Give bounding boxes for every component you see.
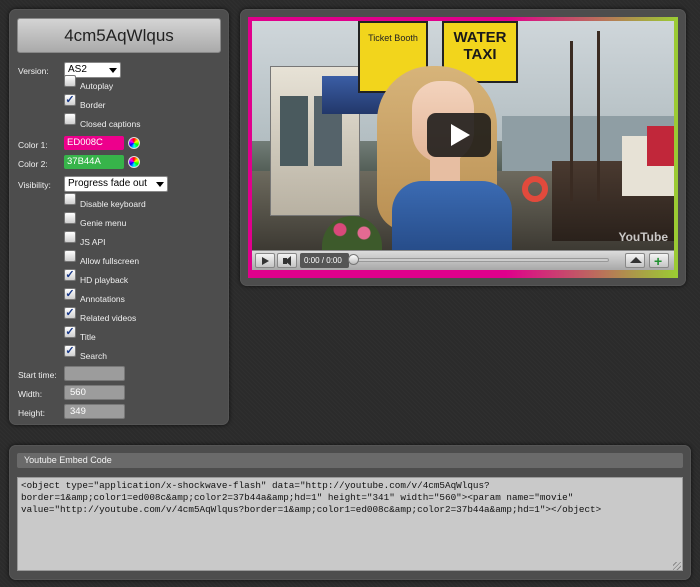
progress-knob[interactable] [348, 254, 359, 265]
visibility-select[interactable]: Progress fade out [64, 176, 168, 192]
checkbox-label: HD playback [80, 275, 129, 285]
checkbox-label: Autoplay [80, 81, 114, 91]
checkmark-icon[interactable]: ✓ [64, 269, 76, 281]
checkmark-icon[interactable]: ✓ [64, 288, 76, 300]
play-icon [451, 124, 470, 146]
checkbox-label: Border [80, 100, 106, 110]
visibility-select-value: Progress fade out [68, 178, 147, 189]
progress-bar[interactable] [352, 258, 609, 262]
checkbox-label: Related videos [80, 313, 137, 323]
version-label: Version: [18, 66, 49, 76]
checkbox-box[interactable] [64, 75, 76, 87]
color2-label: Color 2: [18, 159, 48, 169]
start-time-label: Start time: [18, 370, 57, 380]
checkbox-box[interactable] [64, 113, 76, 125]
checkbox-label: Allow fullscreen [80, 256, 140, 266]
play-button[interactable] [255, 253, 275, 268]
fullscreen-button[interactable]: + [649, 253, 669, 268]
embed-code-textarea[interactable]: <object type="application/x-shockwave-fl… [17, 477, 683, 571]
height-label: Height: [18, 408, 45, 418]
checkmark-icon[interactable]: ✓ [64, 307, 76, 319]
checkbox-box[interactable] [64, 212, 76, 224]
resize-grip-icon[interactable] [673, 562, 681, 570]
player-controls: 0:00 / 0:00 + [252, 250, 674, 270]
checkbox-label: Title [80, 332, 96, 342]
checkmark-icon[interactable]: ✓ [64, 345, 76, 357]
checkbox-box[interactable] [64, 193, 76, 205]
checkbox-label: Search [80, 351, 107, 361]
visibility-label: Visibility: [18, 180, 51, 190]
sign-word-taxi: TAXI [463, 46, 497, 63]
version-select-value: AS2 [68, 64, 87, 75]
checkmark-icon[interactable]: ✓ [64, 94, 76, 106]
height-field[interactable]: 349 [64, 404, 125, 419]
color2-field[interactable]: 37B44A [64, 155, 124, 169]
speaker-cone [285, 256, 291, 266]
checkmark-icon[interactable]: ✓ [64, 326, 76, 338]
start-time-field[interactable] [64, 366, 125, 381]
checkbox-label: Genie menu [80, 218, 127, 228]
checkbox-box[interactable] [64, 231, 76, 243]
settings-panel: 4cm5AqWlqus Version: AS2 Autoplay ✓ Border… [9, 9, 229, 425]
eject-icon [630, 257, 642, 263]
width-field[interactable]: 560 [64, 385, 125, 400]
video-thumbnail[interactable]: Ticket Booth WATER TAXI YouTube [252, 21, 674, 250]
time-display: 0:00 / 0:00 [300, 253, 349, 268]
video-id-field[interactable]: 4cm5AqWlqus [17, 18, 221, 53]
checkbox-label: Closed captions [80, 119, 141, 129]
sign-word-water: WATER [453, 29, 507, 46]
checkbox-label: Annotations [80, 294, 125, 304]
play-icon [262, 257, 269, 265]
video-player: Ticket Booth WATER TAXI YouTube 0:00 / 0… [248, 17, 678, 278]
checkbox-label: Disable keyboard [80, 199, 146, 209]
color1-field[interactable]: ED008C [64, 136, 124, 150]
volume-button[interactable] [277, 253, 297, 268]
color1-label: Color 1: [18, 140, 48, 150]
toggle-size-button[interactable] [625, 253, 645, 268]
play-overlay-button[interactable] [427, 113, 491, 157]
chevron-down-icon [156, 182, 164, 187]
color-picker-icon[interactable] [128, 156, 140, 168]
youtube-watermark: YouTube [618, 230, 668, 244]
embed-code-heading: Youtube Embed Code [17, 453, 683, 468]
preview-panel: Ticket Booth WATER TAXI YouTube 0:00 / 0… [240, 9, 686, 286]
color-picker-icon[interactable] [128, 137, 140, 149]
embed-panel: Youtube Embed Code <object type="applica… [9, 445, 691, 580]
checkbox-label: JS API [80, 237, 106, 247]
plus-icon: + [654, 253, 663, 269]
checkbox-box[interactable] [64, 250, 76, 262]
chevron-down-icon [109, 68, 117, 73]
width-label: Width: [18, 389, 43, 399]
